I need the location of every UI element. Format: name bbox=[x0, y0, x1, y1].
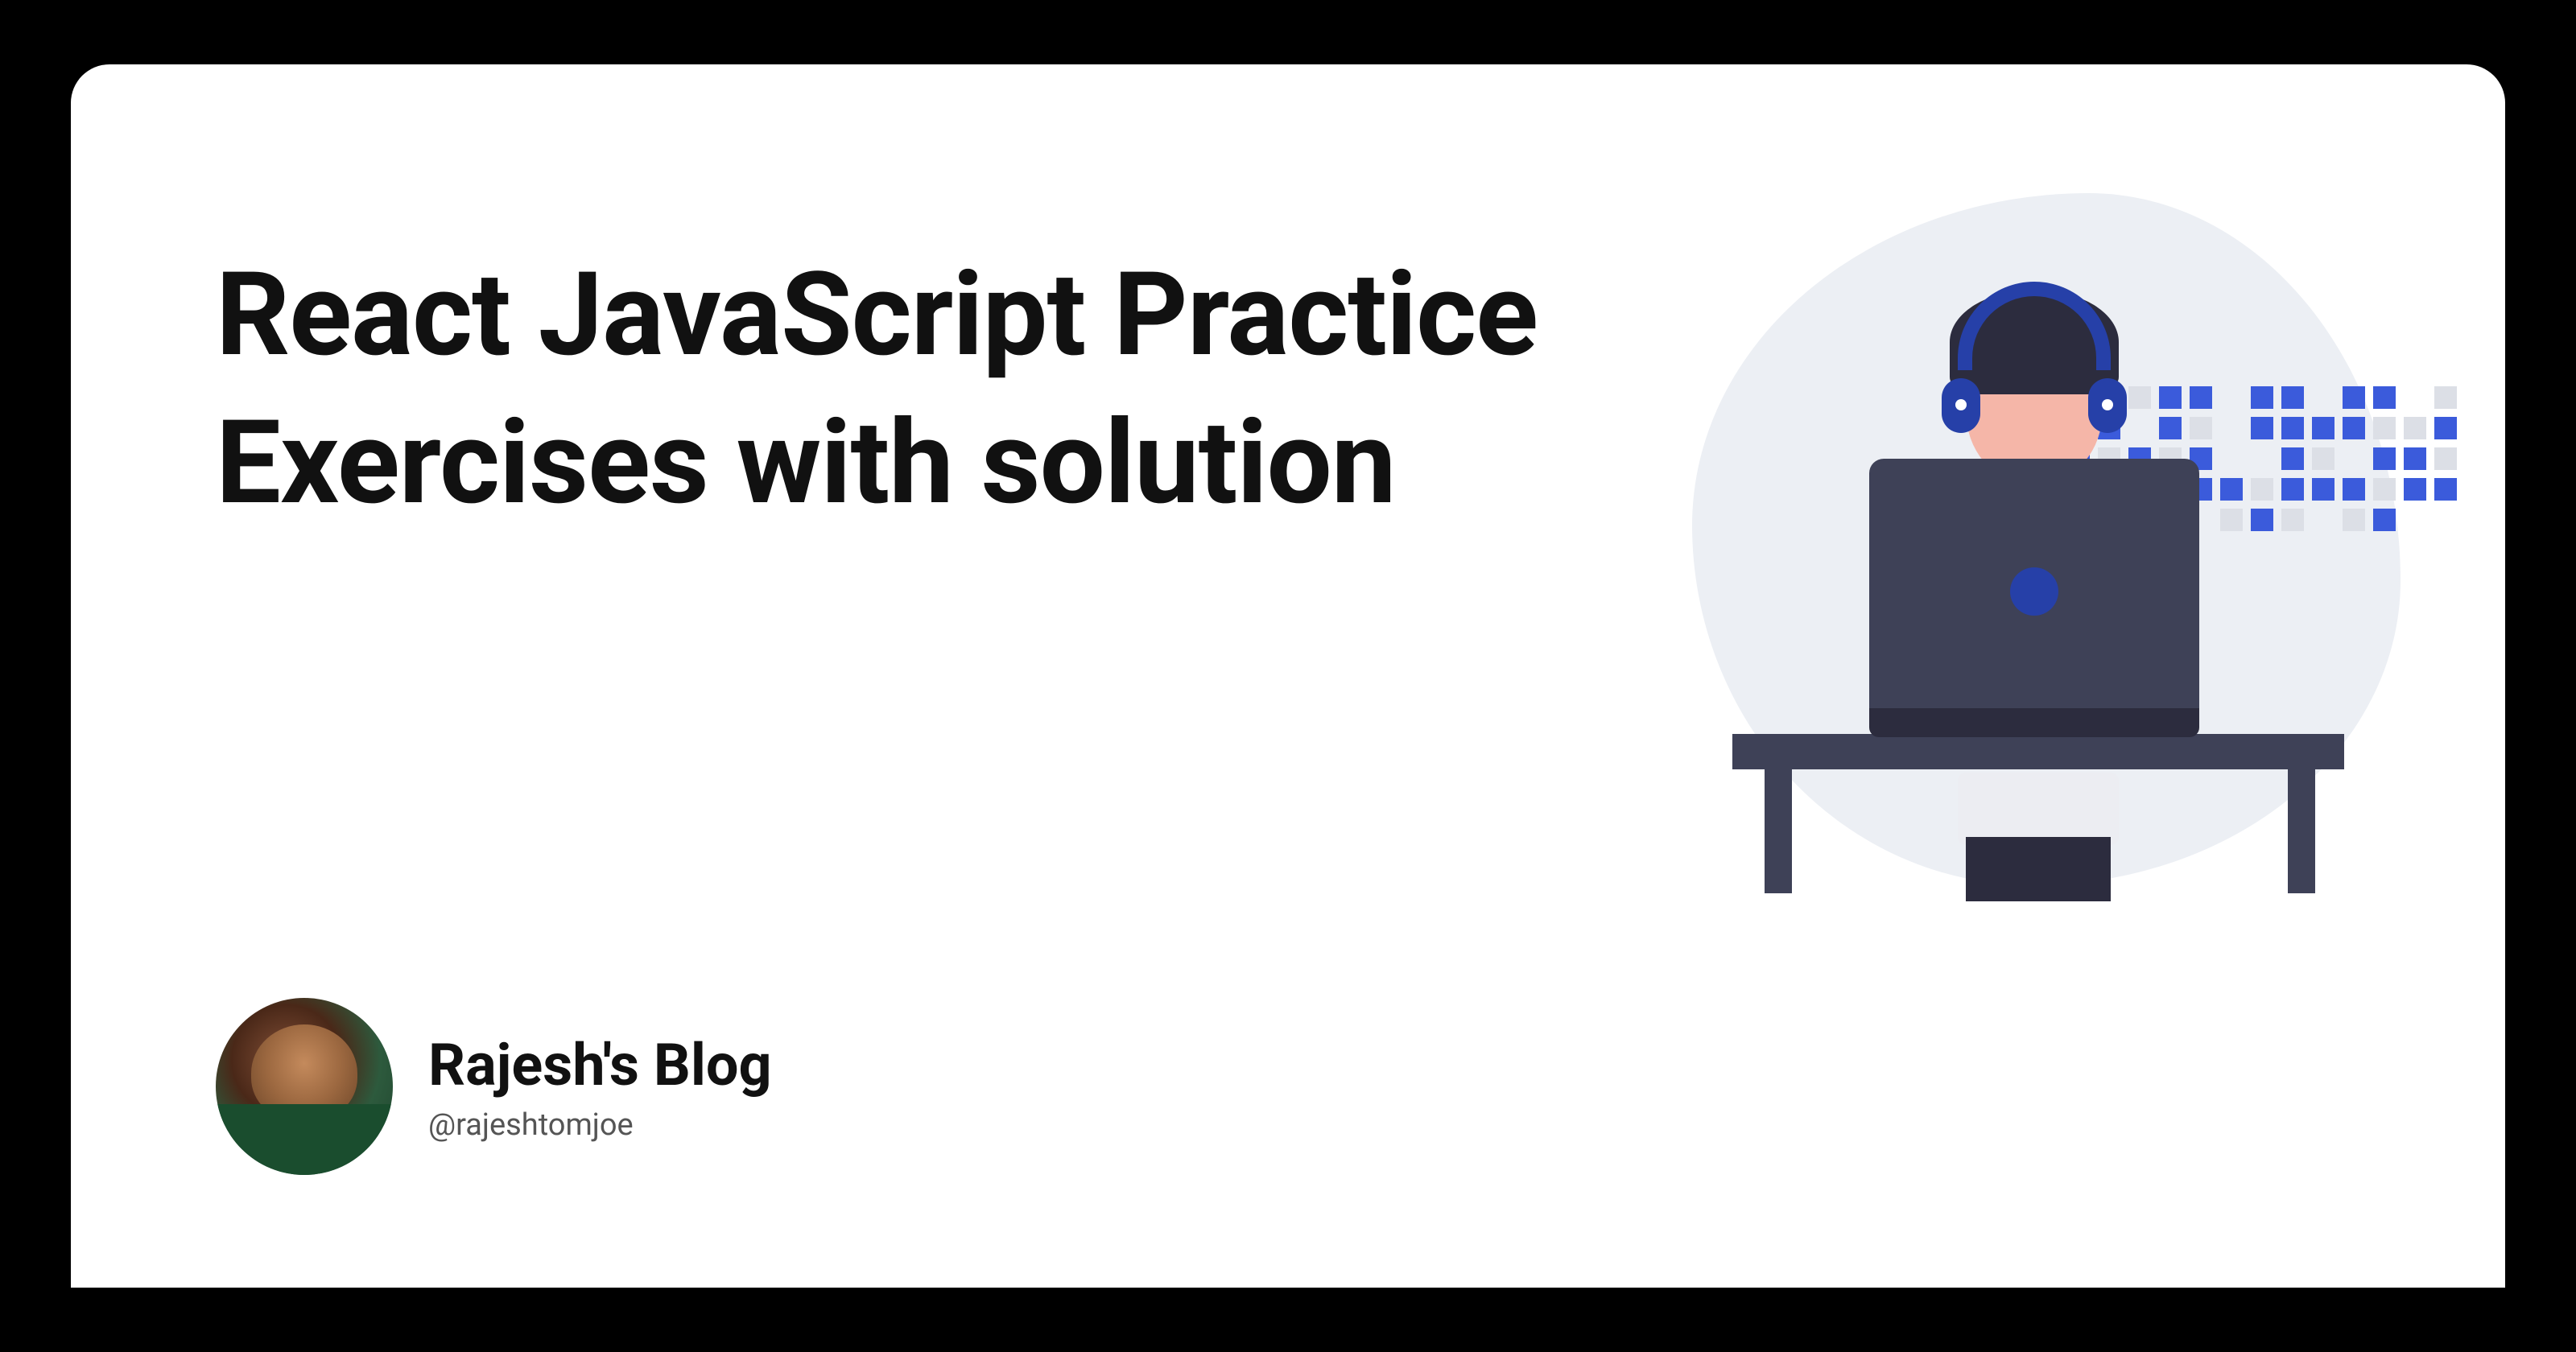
pixel-cell bbox=[2373, 478, 2396, 501]
pixel-cell bbox=[2343, 417, 2365, 439]
pixel-cell bbox=[2128, 386, 2151, 409]
pixel-cell bbox=[2312, 386, 2334, 409]
pixel-cell bbox=[2128, 417, 2151, 439]
headphone-earcup-right-icon bbox=[2088, 378, 2127, 433]
pixel-cell bbox=[2434, 509, 2457, 531]
pixel-cell bbox=[2190, 386, 2212, 409]
author-avatar bbox=[216, 998, 393, 1175]
pixel-cell bbox=[2281, 386, 2304, 409]
pixel-cell bbox=[2159, 386, 2182, 409]
pixel-cell bbox=[2312, 478, 2334, 501]
pixel-cell bbox=[2373, 417, 2396, 439]
pixel-cell bbox=[2159, 417, 2182, 439]
pixel-cell bbox=[2434, 478, 2457, 501]
pixel-cell bbox=[2404, 509, 2426, 531]
pixel-cell bbox=[2434, 447, 2457, 470]
pixel-cell bbox=[2312, 417, 2334, 439]
headphone-earcup-left-icon bbox=[1942, 378, 1980, 433]
pixel-cell bbox=[2404, 447, 2426, 470]
pixel-cell bbox=[2190, 417, 2212, 439]
pixel-cell bbox=[2220, 478, 2243, 501]
developer-illustration bbox=[1668, 193, 2425, 917]
chair bbox=[1958, 773, 2119, 845]
pixel-cell bbox=[2434, 386, 2457, 409]
author-row: Rajesh's Blog @rajeshtomjoe bbox=[216, 998, 2360, 1175]
author-info: Rajesh's Blog @rajeshtomjoe bbox=[428, 1031, 772, 1143]
pixel-cell bbox=[2220, 447, 2243, 470]
pixel-cell bbox=[2404, 417, 2426, 439]
pixel-cell bbox=[2312, 509, 2334, 531]
pixel-cell bbox=[2220, 509, 2243, 531]
desk bbox=[1732, 734, 2344, 769]
author-handle: @rajeshtomjoe bbox=[428, 1107, 772, 1143]
pixel-cell bbox=[2343, 509, 2365, 531]
pixel-cell bbox=[2373, 509, 2396, 531]
pixel-cell bbox=[2281, 417, 2304, 439]
pixel-cell bbox=[2343, 386, 2365, 409]
pixel-cell bbox=[2281, 509, 2304, 531]
pixel-cell bbox=[2281, 478, 2304, 501]
blog-name: Rajesh's Blog bbox=[428, 1031, 772, 1099]
person-legs bbox=[1966, 837, 2111, 901]
pixel-cell bbox=[2312, 447, 2334, 470]
pixel-cell bbox=[2373, 447, 2396, 470]
pixel-cell bbox=[2220, 417, 2243, 439]
pixel-cell bbox=[2404, 386, 2426, 409]
pixel-cell bbox=[2343, 478, 2365, 501]
pixel-cell bbox=[2251, 417, 2273, 439]
monitor-icon bbox=[1869, 459, 2199, 724]
post-title: React JavaScript Practice Exercises with… bbox=[216, 241, 1584, 538]
monitor-camera-dot bbox=[2010, 567, 2058, 616]
desk-leg-right bbox=[2288, 765, 2315, 893]
pixel-cell bbox=[2251, 478, 2273, 501]
pixel-cell bbox=[2373, 386, 2396, 409]
pixel-cell bbox=[2251, 509, 2273, 531]
pixel-cell bbox=[2404, 478, 2426, 501]
monitor-base bbox=[1869, 708, 2199, 737]
desk-leg-left bbox=[1765, 765, 1792, 893]
pixel-cell bbox=[2251, 447, 2273, 470]
pixel-cell bbox=[2343, 447, 2365, 470]
pixel-cell bbox=[2220, 386, 2243, 409]
pixel-cell bbox=[2251, 386, 2273, 409]
blog-card: React JavaScript Practice Exercises with… bbox=[71, 64, 2505, 1288]
pixel-cell bbox=[2434, 417, 2457, 439]
pixel-cell bbox=[2281, 447, 2304, 470]
